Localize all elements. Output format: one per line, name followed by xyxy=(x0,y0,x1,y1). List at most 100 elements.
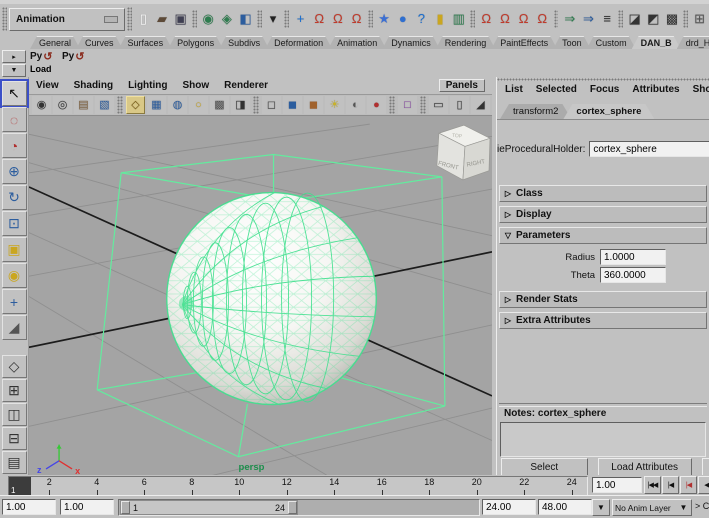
shelf-tab-deformation[interactable]: Deformation xyxy=(265,36,332,49)
lasso-icon[interactable]: ◌ xyxy=(1,107,27,132)
hypergraph-persp-icon[interactable]: ▤ xyxy=(1,451,27,474)
shelf-tab-painteffects[interactable]: PaintEffects xyxy=(491,36,557,49)
snap-plane-icon[interactable]: Ω xyxy=(348,9,365,29)
range-end-handle[interactable] xyxy=(288,501,297,514)
image-plane-icon[interactable]: ▧ xyxy=(95,96,114,114)
select-component-icon[interactable]: ◧ xyxy=(237,9,254,29)
camera-attributes-icon[interactable]: ◎ xyxy=(53,96,72,114)
nurbs-sphere-icon[interactable]: ● xyxy=(394,9,412,29)
lights-icon[interactable]: ☀ xyxy=(325,96,344,114)
paint-select-icon[interactable]: ◔ xyxy=(1,133,27,158)
render-current-frame-icon[interactable]: ◪ xyxy=(626,9,643,29)
render-settings-icon[interactable]: ▩ xyxy=(663,9,681,29)
open-scene-icon[interactable]: ▰ xyxy=(153,9,171,29)
shaded-icon[interactable]: ◼ xyxy=(283,96,302,114)
snap-magnet-b-icon[interactable]: Ω xyxy=(496,9,514,29)
viewport-menu-show[interactable]: Show xyxy=(183,80,210,91)
select-icon[interactable]: ↖ xyxy=(0,79,29,108)
time-slider[interactable]: 1 2 4 6 8 10 12 14 16 18 20 22 24 xyxy=(8,476,588,496)
playback-range-bar[interactable]: 1 24 xyxy=(120,500,298,515)
rotate-icon[interactable]: ↻ xyxy=(1,185,27,210)
persp-graph-icon[interactable]: ⊟ xyxy=(1,427,27,450)
ae-menu-focus[interactable]: Focus xyxy=(590,84,619,95)
shelf-tab-rendering[interactable]: Rendering xyxy=(436,36,496,49)
anim-layer-selector[interactable]: No Anim Layer ▼ xyxy=(612,499,692,516)
snap-magnet-c-icon[interactable]: Ω xyxy=(515,9,532,29)
select-hierarchy-icon[interactable]: ◉ xyxy=(199,9,217,29)
resolution-gate-icon[interactable]: ▭ xyxy=(429,96,448,114)
snap-curve-icon[interactable]: Ω xyxy=(310,9,328,29)
shelf-tab-custom[interactable]: Custom xyxy=(587,36,636,49)
go-to-start-icon[interactable]: |◀◀ xyxy=(644,476,661,494)
theta-field[interactable] xyxy=(600,267,666,283)
snap-magnet-d-icon[interactable]: Ω xyxy=(533,9,551,29)
ipr-render-icon[interactable]: ◩ xyxy=(644,9,662,29)
range-slider[interactable]: 1 24 xyxy=(118,499,480,516)
select-object-icon[interactable]: ◈ xyxy=(218,9,236,29)
scale-icon[interactable]: ⊡ xyxy=(1,211,27,236)
single-pane-icon[interactable]: ◇ xyxy=(1,355,27,378)
auto-key-dropdown-button[interactable]: ▼ xyxy=(592,499,610,516)
snap-point-icon[interactable]: Ω xyxy=(329,9,347,29)
ae-menu-list[interactable]: List xyxy=(505,84,523,95)
ae-menu-selected[interactable]: Selected xyxy=(536,84,577,95)
play-backwards-icon[interactable]: ◀ xyxy=(698,476,709,494)
persp-outliner-icon[interactable]: ◫ xyxy=(1,403,27,426)
shadows-icon[interactable]: ◐ xyxy=(346,96,365,114)
isolate-icon[interactable]: □ xyxy=(398,96,417,114)
flat-shade-icon[interactable]: ◍ xyxy=(168,96,187,114)
move-icon[interactable]: ⊕ xyxy=(1,159,27,184)
shelf-tab-curves[interactable]: Curves xyxy=(76,36,123,49)
bookmark-icon[interactable]: ▤ xyxy=(74,96,93,114)
playback-start-field[interactable] xyxy=(60,499,114,515)
bounding-box-icon[interactable]: ○ xyxy=(189,96,208,114)
counter-icon[interactable]: ⊞ xyxy=(691,9,708,29)
step-back-frame-icon[interactable]: |◀ xyxy=(662,476,679,494)
viewport-menu-lighting[interactable]: Lighting xyxy=(128,80,167,91)
node-tab-transform2[interactable]: transform2 xyxy=(500,104,571,119)
current-time-field[interactable] xyxy=(592,477,642,493)
viewport-menu-renderer[interactable]: Renderer xyxy=(224,80,268,91)
lock-icon[interactable]: ▮ xyxy=(431,9,449,29)
show-manipulator-icon[interactable]: + xyxy=(1,289,27,314)
shelf-tab-polygons[interactable]: Polygons xyxy=(168,36,223,49)
ae-menu-show[interactable]: Show xyxy=(693,84,709,95)
animation-start-field[interactable] xyxy=(2,499,56,515)
ae-menu-attributes[interactable]: Attributes xyxy=(632,84,679,95)
shelf-item-py2[interactable]: Py ↺ xyxy=(62,49,92,77)
shelf-menu-button[interactable]: ▼ xyxy=(2,64,26,77)
snap-magnet-a-icon[interactable]: Ω xyxy=(477,9,495,29)
section-header-render-stats[interactable]: ▷ Render Stats xyxy=(499,291,707,308)
shelf-tab-toon[interactable]: Toon xyxy=(553,36,591,49)
input-connections-icon[interactable]: ⇒ xyxy=(561,9,579,29)
wireframe-icon[interactable]: ◇ xyxy=(126,96,145,114)
default-material-icon[interactable]: ◻ xyxy=(262,96,281,114)
universal-manipulator-icon[interactable]: ▣ xyxy=(1,237,27,262)
step-back-key-icon[interactable]: |◀ xyxy=(680,476,697,494)
xray-icon[interactable]: ▩ xyxy=(210,96,229,114)
construction-history-icon[interactable]: ≡ xyxy=(598,9,616,29)
node-name-field[interactable] xyxy=(589,141,709,157)
animation-end-field[interactable] xyxy=(538,499,592,515)
viewport-menu-view[interactable]: View xyxy=(36,80,59,91)
load-attributes-button[interactable]: Load Attributes xyxy=(597,458,692,475)
output-connections-icon[interactable]: ⇒ xyxy=(580,9,597,29)
shelf-tab-animation[interactable]: Animation xyxy=(328,36,386,49)
paste-special-icon[interactable]: ▥ xyxy=(450,9,468,29)
four-pane-icon[interactable]: ⊞ xyxy=(1,379,27,402)
current-frame-indicator[interactable]: 1 xyxy=(9,477,31,495)
shelf-tab-dan_b[interactable]: DAN_B xyxy=(632,36,681,49)
shelf-cycle-button[interactable]: ▸ xyxy=(2,50,26,63)
toolbar-grip[interactable] xyxy=(127,7,132,31)
viewport-3d-scene[interactable]: TOP FRONT RIGHT z x persp xyxy=(29,116,492,475)
panel-grip[interactable] xyxy=(497,78,709,81)
viewport-canvas[interactable]: TOP FRONT RIGHT z x persp xyxy=(29,116,492,475)
section-header-class[interactable]: ▷ Class xyxy=(499,185,707,202)
view-cube[interactable]: TOP FRONT RIGHT xyxy=(436,124,491,181)
shelf-tab-surfaces[interactable]: Surfaces xyxy=(119,36,173,49)
viewport-menu-shading[interactable]: Shading xyxy=(74,80,113,91)
new-scene-icon[interactable]: ▯ xyxy=(135,9,152,29)
last-tool-icon[interactable]: ◢ xyxy=(1,315,27,340)
mask-combo-icon[interactable]: ▾ xyxy=(264,9,282,29)
channel-box-toggle[interactable]: > Cha xyxy=(695,501,709,511)
